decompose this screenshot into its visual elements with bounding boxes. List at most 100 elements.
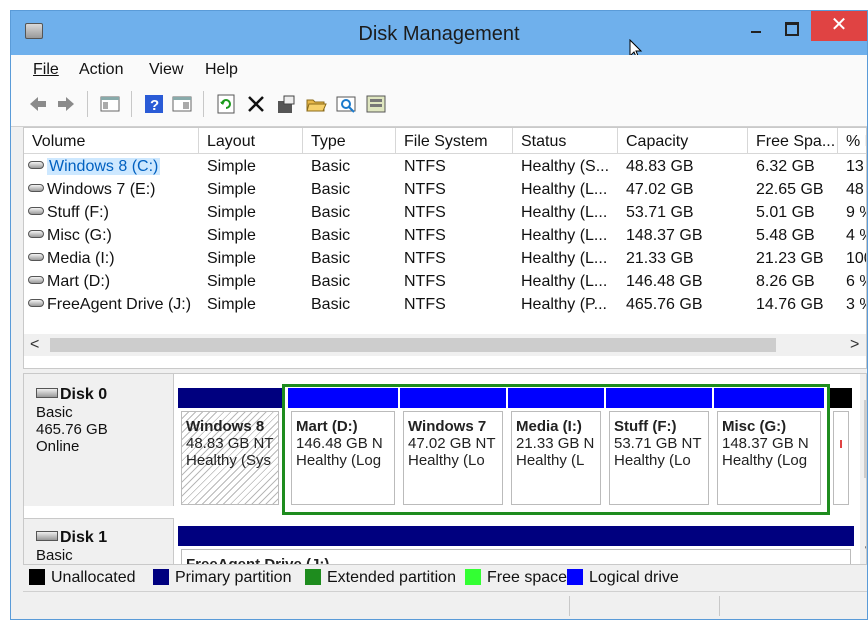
menu-file[interactable]: File — [33, 61, 59, 79]
table-row[interactable]: Mart (D:) Simple Basic NTFS Healthy (L... 146… — [24, 271, 866, 294]
partition-freeagent[interactable]: FreeAgent Drive (J:) — [178, 526, 854, 564]
back-icon[interactable] — [27, 93, 49, 115]
partition-mart[interactable]: Mart (D:) 146.48 GB N Healthy (Log — [288, 388, 398, 511]
volume-layout: Simple — [207, 204, 256, 221]
status-separator — [569, 596, 570, 616]
volume-percent-free: 100 — [846, 250, 866, 267]
partition-name: Mart (D:) — [296, 418, 358, 435]
volume-label: Misc (G:) — [47, 227, 112, 244]
menu-help[interactable]: Help — [205, 61, 238, 79]
help-icon[interactable]: ? — [143, 93, 165, 115]
disk-settings-icon[interactable] — [365, 93, 387, 115]
volume-capacity: 465.76 GB — [626, 296, 703, 313]
svg-text:?: ? — [150, 97, 159, 114]
drive-icon — [28, 207, 44, 215]
volume-layout: Simple — [207, 181, 256, 198]
volume-capacity: 53.71 GB — [626, 204, 694, 221]
close-button[interactable]: ✕ — [811, 11, 867, 41]
volume-type: Basic — [311, 204, 351, 221]
table-row[interactable]: FreeAgent Drive (J:) Simple Basic NTFS Healt… — [24, 294, 866, 317]
column-header-free-space[interactable]: Free Spa... — [748, 128, 838, 154]
legend-swatch — [29, 569, 45, 585]
toolbar-separator — [131, 91, 132, 117]
partition-windows-8[interactable]: Windows 8 48.83 GB NT Healthy (Sys — [178, 388, 282, 511]
scroll-right-icon[interactable]: > — [850, 336, 859, 354]
properties-icon[interactable] — [275, 93, 297, 115]
unallocated-marker — [840, 440, 842, 448]
minimize-button[interactable] — [743, 17, 769, 39]
window-title: Disk Management — [358, 23, 520, 45]
partition-windows-7[interactable]: Windows 7 47.02 GB NT Healthy (Lo — [400, 388, 506, 511]
volume-label: Windows 8 (C:) — [47, 158, 161, 175]
menu-action[interactable]: Action — [79, 61, 123, 79]
disk-1-name: Disk 1 — [60, 529, 108, 546]
scroll-down-icon[interactable]: v — [865, 542, 866, 560]
volume-layout: Simple — [207, 158, 256, 175]
console-tree-icon[interactable] — [99, 93, 121, 115]
status-separator — [719, 596, 720, 616]
volume-layout: Simple — [207, 273, 256, 290]
delete-icon[interactable] — [245, 93, 267, 115]
column-header-volume[interactable]: Volume — [24, 128, 199, 154]
forward-icon[interactable] — [55, 93, 77, 115]
column-header-type[interactable]: Type — [303, 128, 396, 154]
volume-free-space: 8.26 GB — [756, 273, 815, 290]
table-row[interactable]: Media (I:) Simple Basic NTFS Healthy (L... 21… — [24, 248, 866, 271]
table-row[interactable]: Misc (G:) Simple Basic NTFS Healthy (L... 148… — [24, 225, 866, 248]
horizontal-scrollbar[interactable]: < > — [24, 334, 866, 356]
column-header-status[interactable]: Status — [513, 128, 618, 154]
legend-swatch — [465, 569, 481, 585]
disk-0-label[interactable]: Disk 0 Basic 465.76 GB Online — [24, 374, 174, 506]
volume-type: Basic — [311, 296, 351, 313]
legend-swatch — [567, 569, 583, 585]
volume-free-space: 5.01 GB — [756, 204, 815, 221]
volume-layout: Simple — [207, 227, 256, 244]
vertical-scroll-thumb[interactable] — [864, 400, 866, 478]
drive-icon — [28, 184, 44, 192]
scroll-up-icon[interactable]: ^ — [866, 376, 867, 394]
volume-capacity: 146.48 GB — [626, 273, 703, 290]
legend-logical-drive: Logical drive — [567, 569, 679, 587]
disk-icon — [36, 388, 58, 398]
column-header-percent-free[interactable]: % F — [838, 128, 866, 154]
title-bar[interactable]: Disk Management ✕ — [11, 11, 867, 60]
volume-list: Volume Layout Type File System Status Ca… — [23, 127, 867, 369]
disk-1-label[interactable]: Disk 1 Basic — [24, 518, 174, 564]
volume-label: Mart (D:) — [47, 273, 111, 290]
partition-misc[interactable]: Misc (G:) 148.37 GB N Healthy (Log — [714, 388, 824, 511]
disk-0-name: Disk 0 — [60, 386, 108, 403]
disk-0-size: 465.76 GB — [36, 421, 108, 438]
menu-view[interactable]: View — [149, 61, 183, 79]
drive-icon — [28, 230, 44, 238]
column-header-file-system[interactable]: File System — [396, 128, 513, 154]
partition-unallocated[interactable] — [830, 388, 852, 511]
maximize-button[interactable] — [777, 17, 803, 39]
scroll-left-icon[interactable]: < — [30, 336, 39, 354]
volume-capacity: 48.83 GB — [626, 158, 694, 175]
partition-stuff[interactable]: Stuff (F:) 53.71 GB NT Healthy (Lo — [606, 388, 712, 511]
volume-status: Healthy (L... — [521, 273, 608, 290]
column-header-capacity[interactable]: Capacity — [618, 128, 748, 154]
volume-free-space: 6.32 GB — [756, 158, 815, 175]
explore-icon[interactable] — [335, 93, 357, 115]
horizontal-scroll-thumb[interactable] — [50, 338, 776, 352]
menu-bar: File Action View Help — [11, 55, 867, 83]
disk-0-type: Basic — [36, 404, 73, 421]
table-row[interactable]: Stuff (F:) Simple Basic NTFS Healthy (L... 53… — [24, 202, 866, 225]
disk-1-type: Basic — [36, 547, 73, 564]
toolbar-separator — [87, 91, 88, 117]
volume-file-system: NTFS — [404, 296, 446, 313]
properties-view-icon[interactable] — [171, 93, 193, 115]
table-row[interactable]: Windows 8 (C:) Simple Basic NTFS Healthy (S.… — [24, 156, 866, 179]
partition-size: 21.33 GB N — [516, 435, 595, 452]
refresh-icon[interactable] — [215, 93, 237, 115]
vertical-scrollbar[interactable]: ^ v — [860, 374, 867, 564]
drive-icon — [28, 276, 44, 284]
column-header-layout[interactable]: Layout — [199, 128, 303, 154]
open-icon[interactable] — [305, 93, 327, 115]
partition-size: 53.71 GB NT — [614, 435, 702, 452]
partition-media[interactable]: Media (I:) 21.33 GB N Healthy (L — [508, 388, 604, 511]
volume-file-system: NTFS — [404, 273, 446, 290]
volume-label: Windows 7 (E:) — [47, 181, 156, 198]
table-row[interactable]: Windows 7 (E:) Simple Basic NTFS Healthy (L.… — [24, 179, 866, 202]
